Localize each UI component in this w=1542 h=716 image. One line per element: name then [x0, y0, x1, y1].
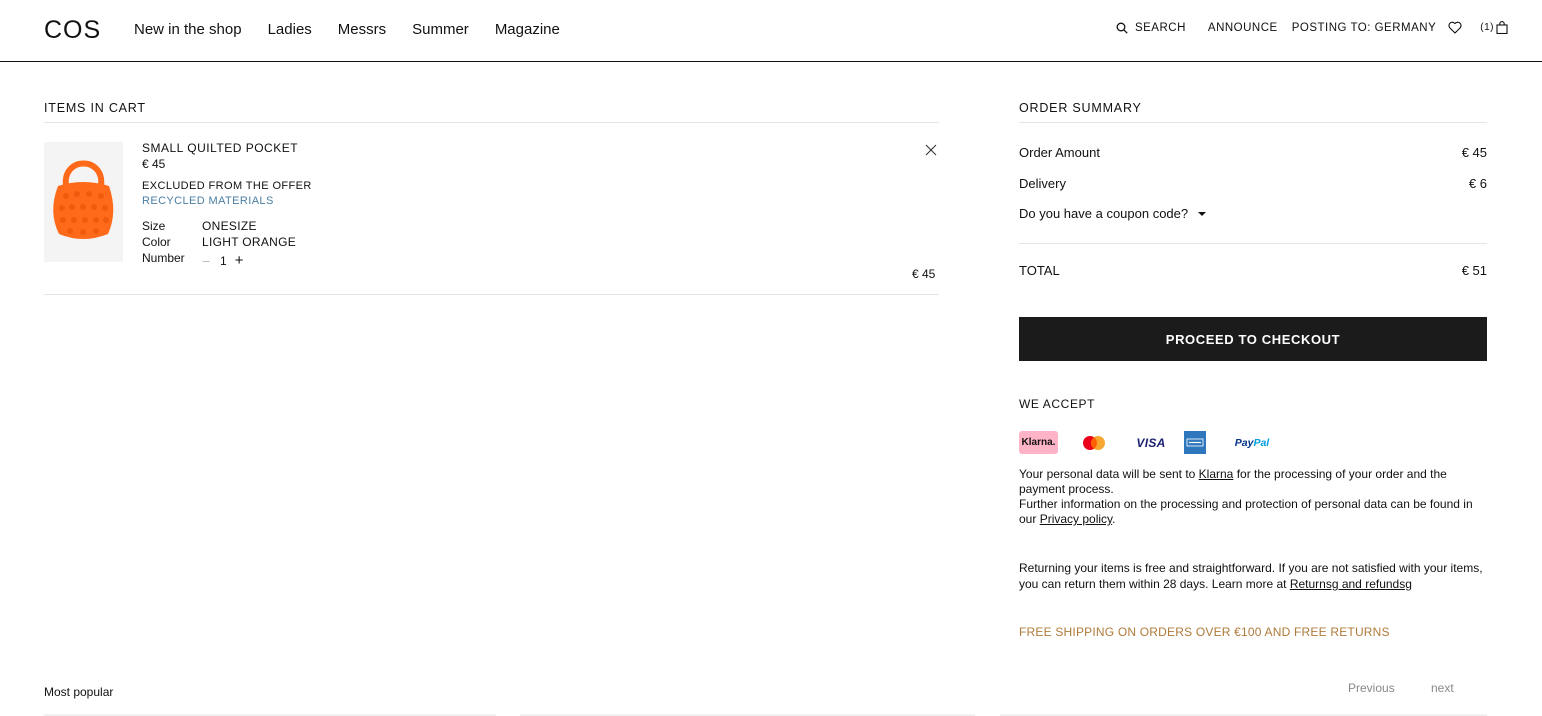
most-popular-heading: Most popular [44, 685, 114, 699]
recycled-materials-tag: RECYCLED MATERIALS [142, 195, 274, 207]
product-price: € 45 [142, 157, 166, 171]
paypal-logo-part: Pal [1253, 436, 1270, 449]
size-label: Size [142, 219, 166, 233]
notice-text: . [1112, 512, 1116, 526]
paypal-logo-part: Pay [1234, 436, 1254, 449]
total-label: TOTAL [1019, 263, 1060, 278]
divider [1019, 243, 1487, 244]
we-accept-heading: WE ACCEPT [1019, 397, 1096, 411]
returns-text: Returning your items is free and straigh… [1019, 561, 1483, 591]
remove-item-button[interactable] [925, 143, 937, 156]
posting-to-selector[interactable]: POSTING TO: GERMANY [1292, 22, 1437, 34]
total-row: TOTAL € 51 [1019, 263, 1487, 278]
notice-text: Your personal data will be sent to [1019, 467, 1199, 481]
total-value: € 51 [1461, 263, 1487, 278]
quantity-value: 1 [220, 253, 227, 268]
amex-logo [1184, 431, 1206, 454]
increase-quantity-button[interactable]: + [235, 252, 244, 269]
delivery-row: Delivery € 6 [1019, 176, 1487, 191]
payment-methods: Klarna. VISA Pay Pal [1019, 431, 1319, 454]
excluded-offer-note: EXCLUDED FROM THE OFFER [142, 180, 312, 192]
privacy-policy-link[interactable]: Privacy policy [1040, 512, 1112, 526]
order-summary-heading: ORDER SUMMARY [1019, 101, 1142, 115]
close-icon [925, 144, 937, 156]
search-button[interactable]: SEARCH [1116, 22, 1186, 34]
order-amount-label: Order Amount [1019, 145, 1100, 160]
site-header: COS New in the shop Ladies Messrs Summer… [0, 0, 1542, 62]
nav-summer[interactable]: Summer [412, 21, 469, 38]
klarna-logo: Klarna. [1019, 431, 1058, 454]
heart-icon [1448, 21, 1462, 34]
items-in-cart-heading: ITEMS IN CART [44, 101, 146, 115]
product-name[interactable]: SMALL QUILTED POCKET [142, 141, 298, 155]
proceed-to-checkout-button[interactable]: PROCEED TO CHECKOUT [1019, 317, 1487, 361]
cos-logo[interactable]: COS [44, 16, 101, 45]
klarna-data-notice: Your personal data will be sent to Klarn… [1019, 467, 1489, 527]
caret-down-icon [1198, 211, 1207, 216]
divider [44, 294, 939, 295]
utility-bar: SEARCH ANNOUNCE POSTING TO: GERMANY (1) [1116, 21, 1508, 34]
free-shipping-banner: FREE SHIPPING ON ORDERS OVER €100 AND FR… [1019, 625, 1390, 639]
coupon-code-toggle[interactable]: Do you have a coupon code? [1019, 206, 1207, 221]
coupon-code-label: Do you have a coupon code? [1019, 206, 1189, 221]
search-icon [1116, 22, 1128, 34]
size-value: ONESIZE [202, 219, 257, 233]
mastercard-logo [1081, 431, 1107, 454]
amex-icon [1186, 438, 1204, 447]
shopping-bag-icon [1496, 21, 1508, 34]
product-image[interactable] [44, 142, 123, 262]
nav-messrs[interactable]: Messrs [338, 21, 386, 38]
delivery-label: Delivery [1019, 176, 1066, 191]
nav-new-in-shop[interactable]: New in the shop [134, 21, 242, 38]
color-value: LIGHT ORANGE [202, 235, 297, 249]
order-amount-value: € 45 [1461, 145, 1487, 160]
line-total: € 45 [912, 267, 936, 281]
number-label: Number [142, 251, 185, 265]
paypal-logo: Pay Pal [1227, 431, 1277, 454]
wishlist-button[interactable] [1448, 21, 1462, 34]
quilted-bag-image [53, 160, 114, 239]
divider [44, 122, 939, 123]
returns-notice: Returning your items is free and straigh… [1019, 560, 1489, 592]
color-label: Color [142, 235, 171, 249]
mastercard-icon [1083, 435, 1105, 450]
quantity-stepper: − 1 + [202, 252, 243, 269]
returns-and-refunds-link[interactable]: Returnsg and refundsg [1290, 577, 1412, 591]
decrease-quantity-button[interactable]: − [202, 253, 212, 269]
delivery-value: € 6 [1468, 176, 1487, 191]
klarna-link[interactable]: Klarna [1199, 467, 1234, 481]
main-nav: New in the shop Ladies Messrs Summer Mag… [134, 21, 560, 38]
announce-link[interactable]: ANNOUNCE [1208, 22, 1278, 34]
shopping-bag-button[interactable]: (1) [1480, 21, 1508, 34]
nav-ladies[interactable]: Ladies [268, 21, 312, 38]
bag-count: (1) [1480, 22, 1494, 33]
nav-magazine[interactable]: Magazine [495, 21, 560, 38]
visa-logo: VISA [1136, 435, 1166, 450]
search-label: SEARCH [1134, 21, 1186, 34]
carousel-previous-button[interactable]: Previous [1348, 681, 1395, 695]
carousel-next-button[interactable]: next [1431, 681, 1454, 695]
order-amount-row: Order Amount € 45 [1019, 145, 1487, 160]
divider [1019, 122, 1487, 123]
